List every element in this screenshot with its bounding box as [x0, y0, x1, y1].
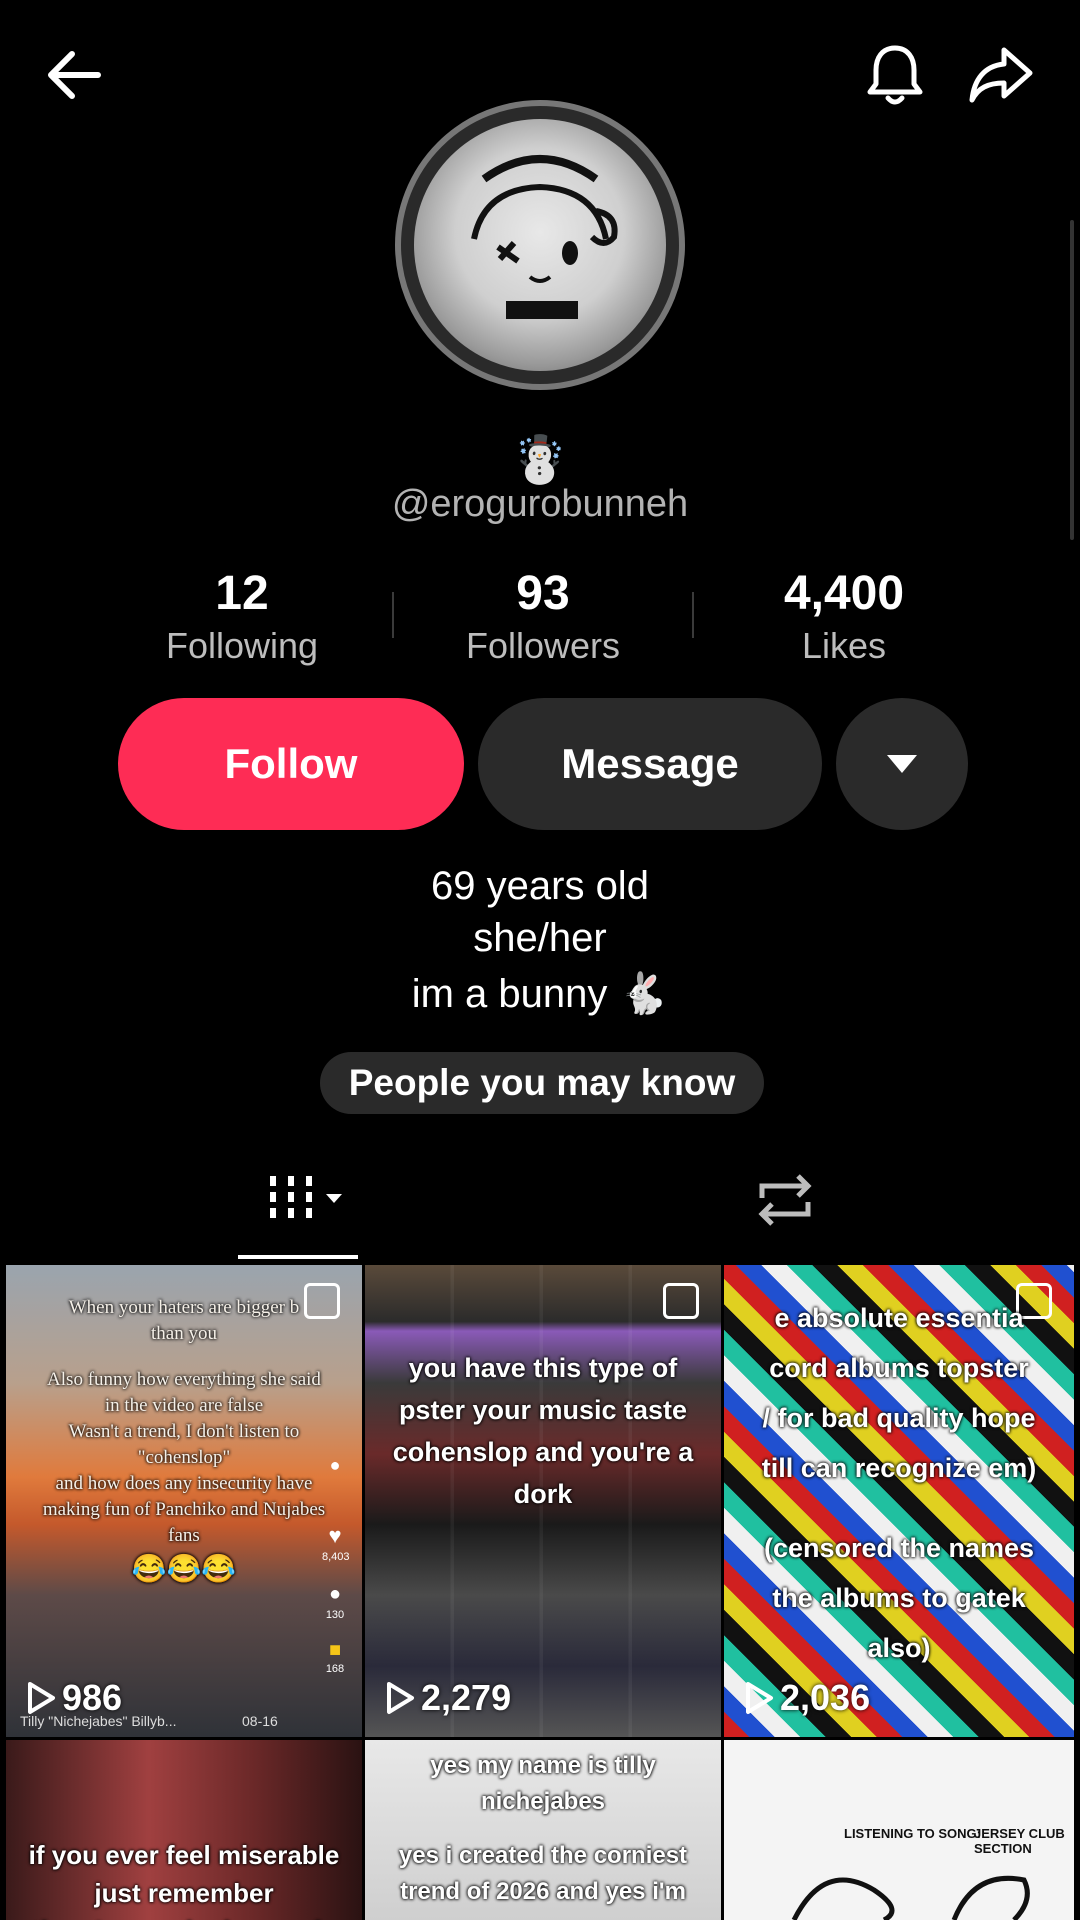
stat-divider — [392, 592, 394, 638]
tile-text-line: cohenslop and you're a — [392, 1437, 694, 1467]
profile-emoji: ☃️ — [511, 433, 569, 485]
repost-icon — [758, 1174, 812, 1226]
people-you-may-know-button[interactable]: People you may know — [320, 1052, 764, 1114]
tile-text-line: / for bad quality hope — [762, 1403, 1036, 1433]
stat-following[interactable]: 12 Following — [112, 565, 372, 669]
tile-text-line: Wasn't a trend, I don't listen to — [68, 1421, 300, 1442]
tile-text-line: (censored the names — [763, 1533, 1035, 1563]
grid-bars-icon — [270, 1176, 342, 1218]
stat-followers-value: 93 — [516, 567, 570, 620]
stat-likes[interactable]: 4,400 Likes — [714, 565, 974, 669]
tile-text-line: yes i created the corniest — [398, 1842, 688, 1869]
carousel-icon — [663, 1283, 699, 1319]
tile-text-line: till can recognize em) — [761, 1453, 1037, 1483]
video-tile[interactable]: When your haters are bigger b than you A… — [6, 1265, 362, 1737]
tile-text-line: you have this type of — [408, 1353, 678, 1383]
play-icon — [387, 1682, 414, 1714]
mini-avatar-icon: ● — [329, 1455, 341, 1475]
drawing-image — [791, 1875, 1030, 1920]
tile-text-line: and how does any insecurity have — [55, 1473, 313, 1494]
tile-text-line: also) — [867, 1633, 931, 1663]
play-icon — [28, 1682, 55, 1714]
tab-active-indicator — [238, 1255, 358, 1259]
view-count: 2,279 — [385, 1677, 511, 1719]
tile-emoji-line: 😂😂😂 — [131, 1554, 237, 1585]
view-count-value: 986 — [62, 1677, 123, 1718]
heart-icon: ♥ — [328, 1523, 342, 1548]
tile-comment-count: 130 — [325, 1609, 345, 1621]
caret-down-icon — [887, 755, 917, 773]
tile-text-line: just remember — [94, 1878, 274, 1908]
tile-text-line: there's genuinely people — [6, 1912, 362, 1920]
stat-divider — [692, 592, 694, 638]
tile-text-line: nichejabes — [480, 1788, 606, 1815]
video-tile[interactable]: you have this type of pster your music t… — [365, 1265, 721, 1737]
video-tile[interactable]: LISTENING TO SONG: JERSEY CLUB SECTION — [724, 1740, 1074, 1920]
stat-following-label: Following — [165, 625, 319, 666]
tile-text-line: if you ever feel miserable — [28, 1840, 340, 1870]
tile-text-line: in the video are false — [104, 1395, 264, 1416]
more-options-button[interactable] — [836, 698, 968, 830]
video-tile[interactable]: if you ever feel miserable just remember… — [6, 1740, 362, 1920]
share-arrow-icon[interactable] — [966, 40, 1036, 110]
stat-followers[interactable]: 93 Followers — [413, 565, 673, 669]
view-count-value: 2,036 — [780, 1677, 871, 1718]
tile-text-line: pster your music taste — [398, 1395, 688, 1425]
tab-reposts[interactable] — [750, 1168, 820, 1232]
tile-like-count: 8,403 — [322, 1551, 350, 1563]
bio-line: im a bunny 🐇 — [411, 972, 669, 1016]
view-count: 986 — [26, 1677, 122, 1719]
view-count-value: 2,279 — [421, 1677, 512, 1718]
stat-following-value: 12 — [215, 567, 269, 620]
comment-icon: ● — [328, 1583, 342, 1605]
tile-text-line: When your haters are bigger b — [68, 1297, 300, 1318]
tile-text-line: yes my name is tilly — [430, 1752, 656, 1779]
tile-text-line: "cohenslop" — [137, 1447, 231, 1468]
username: @erogurobunneh — [391, 483, 689, 525]
play-icon — [746, 1682, 773, 1714]
tile-text-line: Also funny how everything she said — [47, 1369, 321, 1390]
tab-videos[interactable] — [262, 1170, 354, 1230]
video-tile[interactable]: yes my name is tilly nichejabes yes i cr… — [365, 1740, 721, 1920]
bio-line: 69 years old — [431, 864, 649, 908]
stat-likes-value: 4,400 — [783, 567, 905, 620]
message-button[interactable]: Message — [478, 698, 822, 830]
avatar[interactable] — [395, 100, 685, 390]
bell-icon[interactable] — [860, 40, 930, 110]
stat-likes-label: Likes — [801, 625, 887, 666]
tile-text-line: dork — [513, 1479, 573, 1509]
avatar-image — [414, 119, 666, 371]
follow-button[interactable]: Follow — [118, 698, 464, 830]
tile-text-line: than you — [151, 1323, 217, 1344]
tile-text-line: LISTENING TO SONG: — [844, 1826, 981, 1841]
video-tile[interactable]: e absolute essentia cord albums topster … — [724, 1265, 1074, 1737]
back-arrow-icon[interactable] — [40, 40, 110, 110]
tile-text-line: fans — [168, 1525, 200, 1546]
scrollbar[interactable] — [1070, 220, 1074, 540]
tile-text-line: cord albums topster — [769, 1353, 1029, 1383]
bio-line: she/her — [473, 916, 607, 960]
tile-footer-date: 08-16 — [242, 1713, 278, 1729]
view-count: 2,036 — [744, 1677, 870, 1719]
tile-text-line: trend of 2026 and yes i'm — [400, 1878, 686, 1905]
tile-text-line: the albums to gatek — [772, 1583, 1026, 1613]
bookmark-icon: ■ — [328, 1639, 342, 1661]
tile-text-line: making fun of Panchiko and Nujabes — [42, 1499, 326, 1520]
tile-text-line: e absolute essentia — [774, 1303, 1024, 1333]
tile-save-count: 168 — [325, 1663, 345, 1675]
stat-followers-label: Followers — [465, 625, 621, 666]
